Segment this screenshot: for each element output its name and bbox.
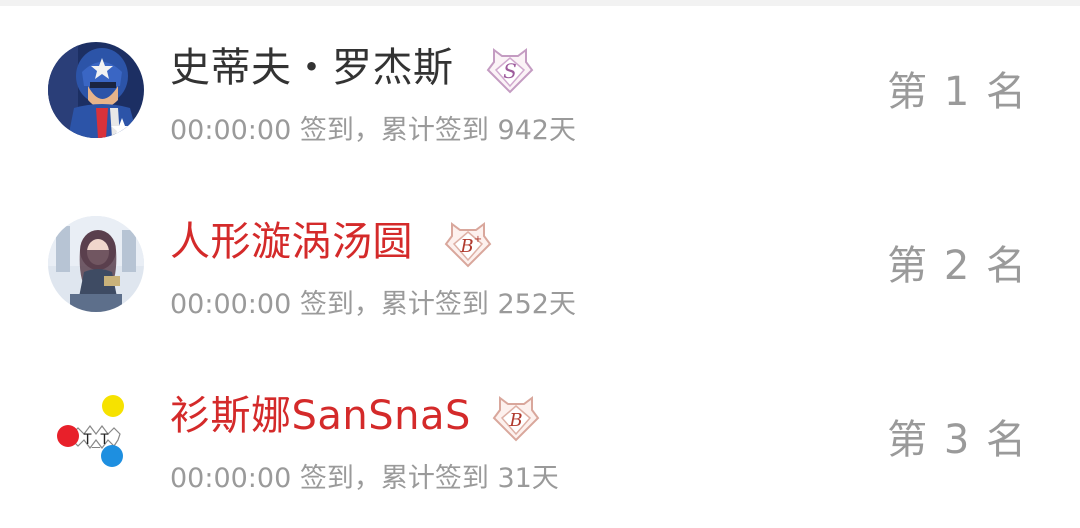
checkin-info: 00:00:00 签到，累计签到 252天: [170, 286, 576, 324]
svg-text:T_T: T_T: [83, 432, 109, 448]
rank-label: 第 3 名: [887, 417, 1028, 463]
checkin-info: 00:00:00 签到，累计签到 31天: [170, 460, 559, 498]
svg-text:+: +: [474, 234, 482, 245]
checkin-info: 00:00:00 签到，累计签到 942天: [170, 112, 576, 150]
ranking-row[interactable]: T_T 衫斯娜SanSnaS B 00:00:00 签到，累计签到 31天 第 …: [0, 354, 1080, 528]
avatar[interactable]: T_T: [48, 390, 144, 486]
anime-girl-avatar-icon: [48, 216, 144, 312]
level-b-badge-icon: B: [492, 396, 540, 442]
level-b-plus-badge-icon: B +: [444, 222, 492, 268]
level-s-badge-icon: S: [486, 48, 534, 94]
svg-text:S: S: [503, 59, 517, 83]
captain-avatar-icon: [48, 42, 144, 138]
svg-text:B: B: [459, 236, 473, 257]
checkin-summary: 签到，累计签到 252天: [299, 289, 576, 320]
avatar[interactable]: [48, 216, 144, 312]
checkin-time: 00:00:00: [170, 463, 292, 494]
user-name[interactable]: 衫斯娜SanSnaS: [170, 388, 471, 444]
rank-label: 第 2 名: [887, 243, 1028, 289]
checkin-time: 00:00:00: [170, 289, 292, 320]
rank-label: 第 1 名: [887, 69, 1028, 115]
checkin-summary: 签到，累计签到 942天: [299, 115, 576, 146]
checkin-ranking-list: 史蒂夫・罗杰斯 S 00:00:00 签到，累计签到 942天 第 1 名 人形…: [0, 6, 1080, 520]
svg-text:B: B: [508, 410, 522, 431]
user-name[interactable]: 人形漩涡汤圆: [170, 214, 413, 270]
user-name[interactable]: 史蒂夫・罗杰斯: [170, 40, 454, 96]
avatar[interactable]: [48, 42, 144, 138]
checkin-time: 00:00:00: [170, 115, 292, 146]
ranking-row[interactable]: 人形漩涡汤圆 B + 00:00:00 签到，累计签到 252天 第 2 名: [0, 180, 1080, 354]
ranking-row[interactable]: 史蒂夫・罗杰斯 S 00:00:00 签到，累计签到 942天 第 1 名: [0, 6, 1080, 180]
dots-logo-avatar-icon: T_T: [48, 390, 144, 486]
checkin-summary: 签到，累计签到 31天: [299, 463, 559, 494]
